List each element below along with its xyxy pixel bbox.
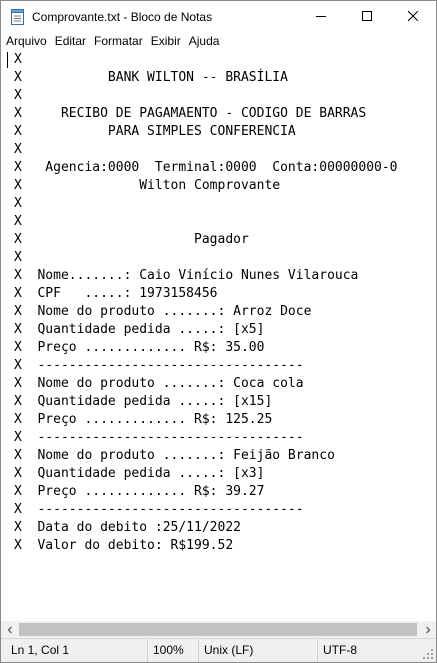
document-line: X Preço ............. R$: 39.27 (14, 484, 265, 499)
document-line: X (14, 196, 22, 211)
document-line: X Quantidade pedida .....: [x5] (14, 322, 265, 337)
document-line: X Nome do produto .......: Coca cola (14, 376, 304, 391)
document-line: X Wilton Comprovante (14, 178, 281, 193)
cursor-position: Ln 1, Col 1 (11, 643, 70, 657)
window-title: Comprovante.txt - Bloco de Notas (32, 10, 213, 24)
document-line: X (14, 214, 22, 229)
status-bar: Ln 1, Col 1 100% Unix (LF) UTF-8 (1, 638, 436, 662)
document-line: X Nome do produto .......: Feijão Branco (14, 448, 335, 463)
title-bar[interactable]: Comprovante.txt - Bloco de Notas (1, 1, 436, 32)
scroll-right-button[interactable] (419, 621, 436, 638)
close-button[interactable] (390, 1, 436, 32)
document-line: X Pagador (14, 232, 249, 247)
scroll-left-button[interactable] (1, 621, 18, 638)
encoding: UTF-8 (317, 639, 357, 662)
document-line: X ---------------------------------- (14, 502, 304, 517)
zoom-level: 100% (147, 639, 184, 662)
menu-editar[interactable]: Editar (51, 32, 90, 51)
menu-exibir[interactable]: Exibir (147, 32, 185, 51)
document-line: X Nome.......: Caio Vinício Nunes Vilaro… (14, 268, 359, 283)
document-line: X ---------------------------------- (14, 358, 304, 373)
document-line: X Quantidade pedida .....: [x15] (14, 394, 273, 409)
document-line: X (14, 52, 22, 67)
document-line: X (14, 88, 22, 103)
document-text[interactable]: X X BANK WILTON -- BRASÍLIA X X RECIBO DE P… (14, 51, 398, 555)
document-line: X Nome do produto .......: Arroz Doce (14, 304, 312, 319)
document-line: X Data do debito :25/11/2022 (14, 520, 241, 535)
document-line: X BANK WILTON -- BRASÍLIA (14, 70, 288, 85)
document-line: X CPF .....: 1973158456 (14, 286, 218, 301)
resize-grip-icon[interactable] (422, 648, 434, 660)
horizontal-scrollbar[interactable] (1, 621, 436, 638)
document-line: X RECIBO DE PAGAMAENTO - CODIGO DE BARRA… (14, 106, 367, 121)
menu-bar: Arquivo Editar Formatar Exibir Ajuda (1, 32, 436, 51)
document-line: X Quantidade pedida .....: [x3] (14, 466, 265, 481)
maximize-icon (362, 10, 372, 24)
document-line: X (14, 142, 22, 157)
document-line: X Preço ............. R$: 35.00 (14, 340, 265, 355)
minimize-button[interactable] (298, 1, 344, 32)
notepad-icon (11, 9, 25, 25)
maximize-button[interactable] (344, 1, 390, 32)
line-ending: Unix (LF) (198, 639, 253, 662)
text-editor[interactable]: X X BANK WILTON -- BRASÍLIA X X RECIBO DE P… (1, 51, 436, 621)
text-caret (7, 52, 8, 68)
chevron-right-icon (424, 623, 432, 637)
document-line: X PARA SIMPLES CONFERENCIA (14, 124, 296, 139)
document-line: X Agencia:0000 Terminal:0000 Conta:00000… (14, 160, 398, 175)
menu-formatar[interactable]: Formatar (90, 32, 147, 51)
document-line: X Valor do debito: R$199.52 (14, 538, 234, 553)
menu-ajuda[interactable]: Ajuda (185, 32, 224, 51)
menu-arquivo[interactable]: Arquivo (1, 32, 51, 51)
document-line: X Preço ............. R$: 125.25 (14, 412, 273, 427)
minimize-icon (316, 10, 326, 24)
notepad-window: Comprovante.txt - Bloco de Notas Arquivo… (0, 0, 437, 663)
close-icon (407, 10, 419, 24)
document-line: X ---------------------------------- (14, 430, 304, 445)
document-line: X (14, 250, 22, 265)
chevron-left-icon (6, 623, 14, 637)
scroll-thumb[interactable] (19, 623, 417, 636)
